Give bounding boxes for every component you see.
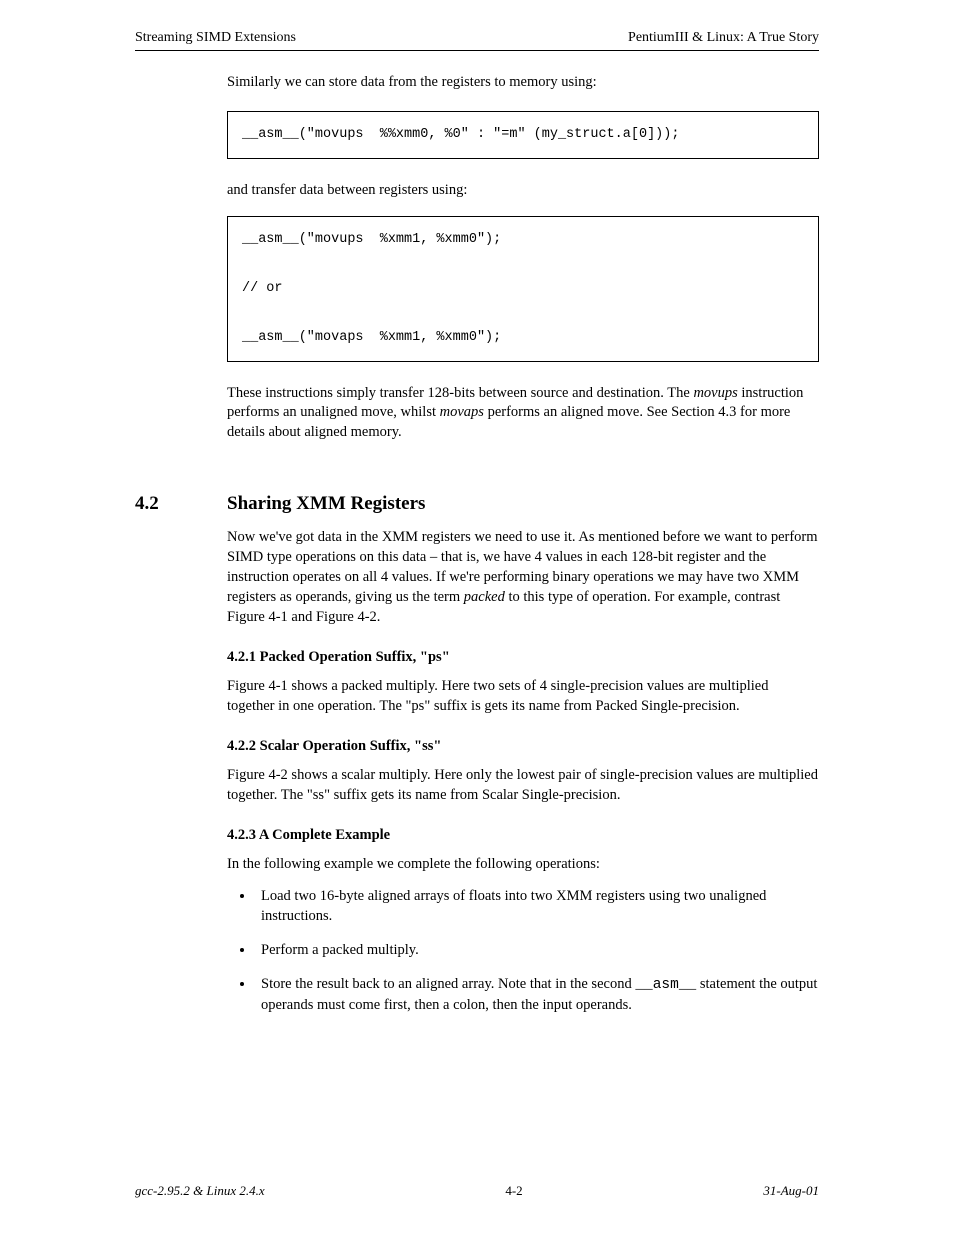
code-block-2: __asm__("movups %xmm1, %xmm0"); // or __… [227, 216, 819, 361]
bullet-list: Load two 16-byte aligned arrays of float… [227, 886, 819, 1015]
section-heading: 4.2 Sharing XMM Registers [135, 493, 819, 515]
body-paragraph-3: Figure 4-2 shows a scalar multiply. Here… [227, 765, 819, 805]
subsection-4-2-3: 4.2.3 A Complete Example [227, 827, 819, 844]
body-paragraph-4: In the following example we complete the… [227, 854, 819, 874]
footer-page-number: 4-2 [505, 1183, 522, 1199]
header-divider [135, 50, 819, 51]
subsection-4-2-2: 4.2.2 Scalar Operation Suffix, "ss" [227, 738, 819, 755]
lead-paragraph: Similarly we can store data from the reg… [227, 73, 819, 93]
outro-paragraph: These instructions simply transfer 128-b… [227, 384, 819, 443]
header-right: PentiumIII & Linux: A True Story [628, 30, 819, 46]
list-item: Perform a packed multiply. [255, 940, 819, 960]
list-item: Store the result back to an aligned arra… [255, 974, 819, 1015]
inter-paragraph: and transfer data between registers usin… [227, 181, 819, 201]
header-left: Streaming SIMD Extensions [135, 30, 296, 46]
list-item: Load two 16-byte aligned arrays of float… [255, 886, 819, 926]
body-paragraph-1: Now we've got data in the XMM registers … [227, 527, 819, 627]
page-footer: gcc-2.95.2 & Linux 2.4.x 4-2 31-Aug-01 [135, 1183, 819, 1199]
footer-right: 31-Aug-01 [763, 1183, 819, 1199]
section-title: Sharing XMM Registers [227, 493, 425, 515]
section-number: 4.2 [135, 493, 227, 515]
subsection-4-2-1: 4.2.1 Packed Operation Suffix, "ps" [227, 649, 819, 666]
body-paragraph-2: Figure 4-1 shows a packed multiply. Here… [227, 676, 819, 716]
footer-left: gcc-2.95.2 & Linux 2.4.x [135, 1183, 265, 1199]
code-block-1: __asm__("movups %%xmm0, %0" : "=m" (my_s… [227, 111, 819, 159]
